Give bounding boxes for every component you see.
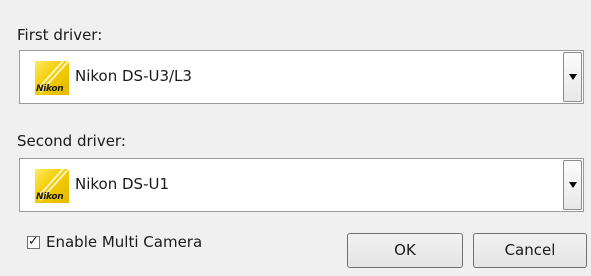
enable-multi-camera-label[interactable]: Enable Multi Camera: [46, 233, 202, 251]
first-driver-select[interactable]: Nikon Nikon DS-U3/L3: [19, 50, 584, 104]
enable-multi-camera-checkbox[interactable]: ✓: [27, 234, 40, 249]
nikon-logo-icon: Nikon: [35, 61, 69, 95]
checkmark-icon: ✓: [28, 234, 39, 249]
dropdown-arrow-icon: [569, 182, 577, 188]
second-driver-select[interactable]: Nikon Nikon DS-U1: [19, 158, 584, 212]
nikon-logo-icon: Nikon: [35, 169, 69, 203]
second-driver-label: Second driver:: [17, 132, 126, 150]
first-driver-label: First driver:: [17, 26, 103, 44]
second-driver-value: Nikon DS-U1: [75, 175, 169, 193]
ok-button[interactable]: OK: [347, 233, 463, 268]
second-driver-dropdown-button[interactable]: [563, 160, 582, 210]
first-driver-value: Nikon DS-U3/L3: [75, 67, 192, 85]
dropdown-arrow-icon: [569, 74, 577, 80]
first-driver-dropdown-button[interactable]: [563, 52, 582, 102]
cancel-button[interactable]: Cancel: [473, 233, 587, 268]
